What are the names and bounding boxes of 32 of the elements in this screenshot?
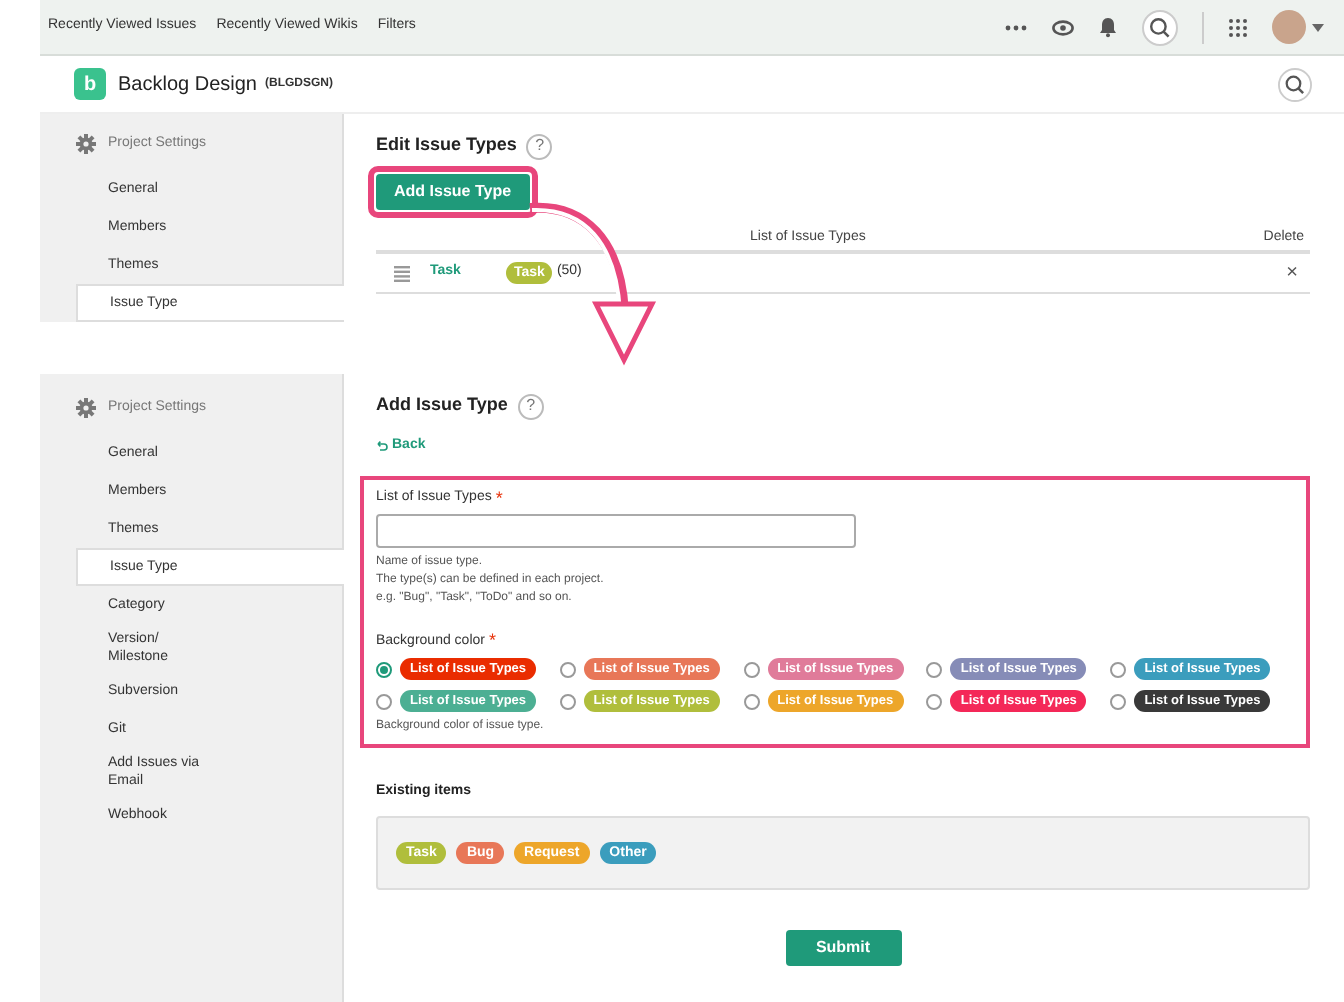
add-issue-type-button[interactable]: Add Issue Type xyxy=(376,174,530,210)
search-icon[interactable] xyxy=(1278,67,1312,101)
caret-icon[interactable] xyxy=(1312,23,1324,31)
color-radio-button[interactable] xyxy=(376,661,392,677)
name-input-field[interactable] xyxy=(376,513,856,547)
required-mark: * xyxy=(495,491,503,506)
required-mark: * xyxy=(488,634,496,649)
bell-icon[interactable] xyxy=(1098,16,1118,38)
eye-icon[interactable] xyxy=(1052,19,1074,35)
more-icon[interactable] xyxy=(1004,23,1028,31)
search-icon[interactable] xyxy=(1142,9,1178,45)
page-title: Add Issue Type xyxy=(376,392,508,419)
back-arrow-icon xyxy=(376,440,388,452)
color-radio-button[interactable] xyxy=(559,661,576,677)
gear-icon xyxy=(76,134,96,154)
color-radio-button[interactable] xyxy=(1110,693,1127,709)
help-icon[interactable]: ? xyxy=(517,393,544,419)
color-radio-button[interactable] xyxy=(559,693,576,709)
submit-button[interactable]: Submit xyxy=(785,929,901,965)
gear-icon xyxy=(76,398,96,418)
color-radio-button[interactable] xyxy=(926,661,943,677)
color-radio-button[interactable] xyxy=(1110,661,1127,677)
delete-button[interactable]: × xyxy=(1286,258,1298,288)
page-title: Edit Issue Types xyxy=(376,132,517,159)
color-radio-button[interactable] xyxy=(376,693,392,709)
apps-grid-icon[interactable] xyxy=(1228,17,1248,37)
drag-handle-icon[interactable] xyxy=(394,265,410,281)
color-radio-button[interactable] xyxy=(743,693,760,709)
color-radio-button[interactable] xyxy=(926,693,943,709)
help-icon[interactable]: ? xyxy=(526,133,553,159)
project-name[interactable]: Backlog Design xyxy=(118,69,257,99)
color-radio-button[interactable] xyxy=(743,661,760,677)
